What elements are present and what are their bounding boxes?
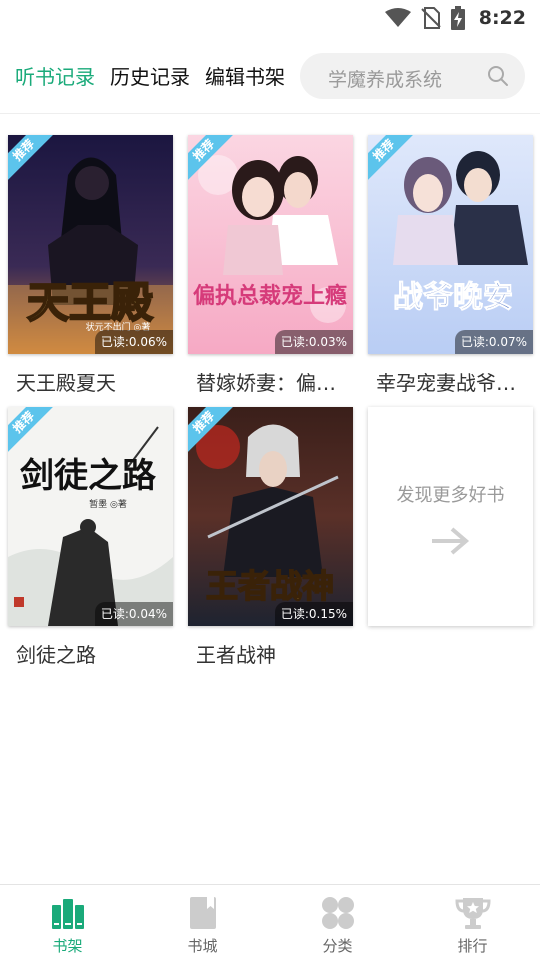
cover-title: 偏执总裁宠上瘾 [193, 283, 347, 309]
book-title[interactable]: 剑徒之路 [16, 639, 174, 668]
bookshelf-icon [52, 899, 84, 929]
book-item[interactable]: 天王殿 状元不出门 ◎著 推荐 已读:0.06% 天王殿夏天 [8, 135, 173, 395]
cover-author: 暂墨 ◎著 [89, 498, 127, 510]
header: 听书记录 历史记录 编辑书架 学魔养成系统 [0, 48, 540, 104]
nav-bookshelf[interactable]: 书架 [0, 885, 135, 960]
read-progress: 已读:0.06% [94, 330, 173, 354]
book-item[interactable]: 王者战神 推荐 已读:0.15% 王者战神 [188, 407, 353, 667]
battery-charging-icon [450, 6, 465, 30]
book-icon [190, 897, 216, 929]
read-progress: 已读:0.07% [454, 330, 533, 354]
book-cover[interactable]: 剑徒之路 暂墨 ◎著 推荐 已读:0.04% [8, 407, 173, 626]
nav-label: 书架 [52, 937, 83, 955]
cover-title: 王者战神 [206, 567, 334, 605]
category-icon [322, 897, 354, 929]
nav-label: 书城 [187, 937, 218, 955]
read-progress: 已读:0.15% [274, 602, 353, 626]
cover-art: 王者战神 [188, 407, 353, 626]
read-progress: 已读:0.03% [274, 330, 353, 354]
cover-title: 剑徒之路 [20, 456, 157, 496]
search-input[interactable]: 学魔养成系统 [300, 53, 525, 99]
nav-label: 排行 [457, 937, 488, 955]
cover-title: 战爷晚安 [393, 280, 513, 315]
status-icons: 8:22 [384, 6, 526, 30]
cover-art: 剑徒之路 暂墨 ◎著 [8, 407, 173, 626]
nav-ranking[interactable]: 排行 [405, 885, 540, 960]
book-item[interactable]: 战爷晚安 推荐 已读:0.07% 幸孕宠妻战爷晚安 [368, 135, 534, 395]
book-cover[interactable]: 偏执总裁宠上瘾 推荐 已读:0.03% [188, 135, 353, 354]
tab-listen-history[interactable]: 听书记录 [15, 61, 95, 90]
book-title[interactable]: 幸孕宠妻战爷晚安 [376, 367, 534, 396]
status-bar: 8:22 [0, 0, 540, 36]
book-title[interactable]: 天王殿夏天 [16, 367, 174, 396]
header-divider [0, 113, 540, 114]
search-icon[interactable] [487, 65, 509, 87]
trophy-icon [455, 898, 491, 929]
book-title[interactable]: 王者战神 [196, 639, 354, 668]
tab-read-history[interactable]: 历史记录 [110, 61, 190, 90]
nav-category[interactable]: 分类 [270, 885, 405, 960]
nav-label: 分类 [322, 937, 353, 955]
clock: 8:22 [478, 7, 526, 29]
cover-art: 天王殿 状元不出门 ◎著 [8, 135, 173, 354]
book-title[interactable]: 替嫁娇妻：偏执总裁宠上瘾 [196, 367, 354, 396]
cover-title: 天王殿 [27, 278, 153, 327]
search-placeholder: 学魔养成系统 [328, 69, 443, 91]
cover-art: 战爷晚安 [368, 135, 533, 354]
arrow-right-icon [432, 527, 470, 555]
bottom-nav: 书架 书城 分类 排行 [0, 884, 540, 960]
tab-edit-shelf[interactable]: 编辑书架 [205, 61, 285, 90]
no-sim-icon [421, 7, 441, 29]
read-progress: 已读:0.04% [94, 602, 173, 626]
nav-bookstore[interactable]: 书城 [135, 885, 270, 960]
discover-more-button[interactable]: 发现更多好书 [368, 407, 533, 626]
discover-more-label: 发现更多好书 [396, 485, 505, 506]
cover-art: 偏执总裁宠上瘾 [188, 135, 353, 354]
wifi-icon [384, 8, 411, 27]
book-item[interactable]: 偏执总裁宠上瘾 推荐 已读:0.03% 替嫁娇妻：偏执总裁宠上瘾 [188, 135, 354, 395]
book-cover[interactable]: 王者战神 推荐 已读:0.15% [188, 407, 353, 626]
book-item[interactable]: 剑徒之路 暂墨 ◎著 推荐 已读:0.04% 剑徒之路 [8, 407, 173, 667]
book-cover[interactable]: 天王殿 状元不出门 ◎著 推荐 已读:0.06% [8, 135, 173, 354]
book-cover[interactable]: 战爷晚安 推荐 已读:0.07% [368, 135, 533, 354]
